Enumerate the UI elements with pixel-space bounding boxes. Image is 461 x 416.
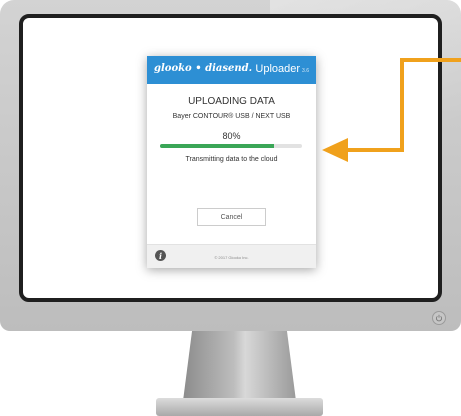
callout-arrow-line [345, 58, 461, 152]
callout-arrow-head [322, 138, 348, 162]
callout-arrow [322, 58, 461, 162]
